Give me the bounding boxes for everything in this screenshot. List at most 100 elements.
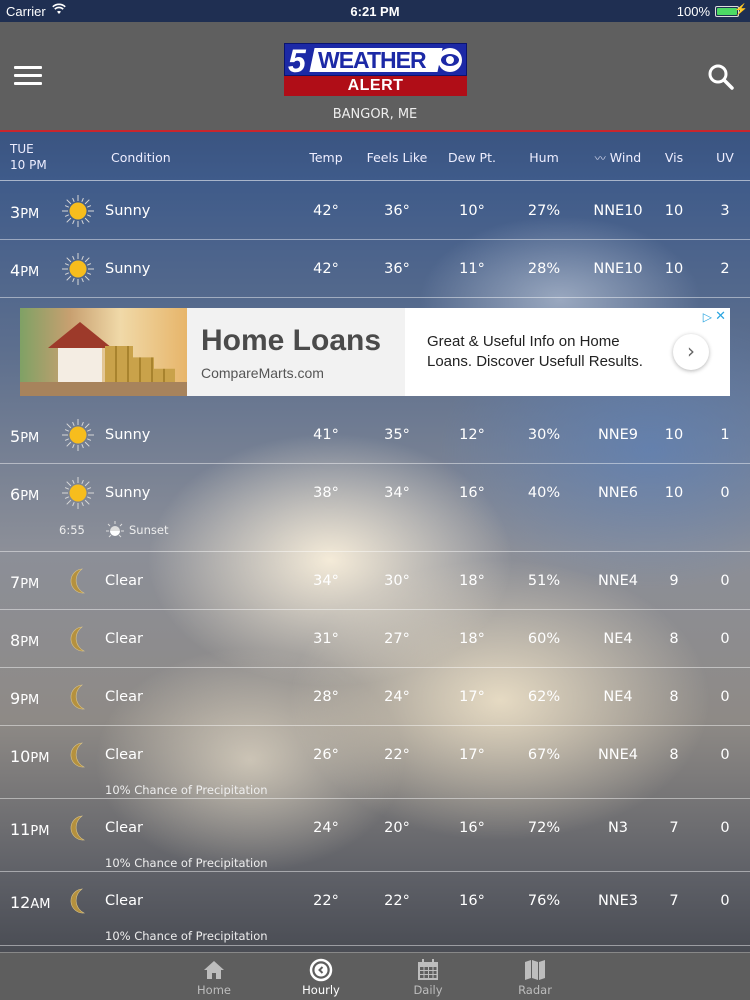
- ad-title: Home Loans: [201, 324, 382, 357]
- row-precip-chance: 10% Chance of Precipitation: [105, 856, 268, 870]
- header-humidity: Hum: [529, 150, 559, 165]
- row-uv: 1: [720, 427, 730, 443]
- row-temp: 38°: [313, 485, 339, 501]
- logo-alert: ALERT: [284, 76, 467, 96]
- app-header: 5 WEATHER ALERT BANGOR, ME: [0, 22, 750, 132]
- row-visibility: 7: [669, 893, 679, 909]
- hourly-row[interactable]: 10PM Clear 26° 22° 17° 67% NNE4 8 0 10% Chance of…: [0, 726, 750, 799]
- home-icon: [204, 961, 224, 979]
- row-wind: NNE10: [593, 203, 643, 219]
- row-condition: Clear: [105, 820, 143, 836]
- hour-value: 8: [10, 631, 21, 650]
- row-wind: NNE10: [593, 261, 643, 277]
- hour-value: 12: [10, 893, 31, 912]
- row-feels-like: 20°: [384, 820, 410, 836]
- hourly-row[interactable]: 3PM Sunny 42° 36° 10° 27% NNE10 10 3: [0, 182, 750, 240]
- sunset-time: 6:55: [59, 523, 85, 537]
- row-wind: NNE6: [597, 485, 639, 501]
- ad-arrow-button[interactable]: ›: [673, 334, 709, 370]
- row-temp: 42°: [313, 261, 339, 277]
- charging-icon: ⚡: [734, 4, 748, 16]
- hourly-row[interactable]: 11PM Clear 24° 20° 16° 72% N3 7 0 10% Chance of P…: [0, 799, 750, 872]
- row-condition: Clear: [105, 689, 143, 705]
- hourly-row[interactable]: 4PM Sunny 42° 36° 11° 28% NNE10 10 2: [0, 240, 750, 298]
- tab-home[interactable]: Home: [174, 953, 254, 1000]
- logo-word: WEATHER: [318, 47, 427, 73]
- logo-number: 5: [288, 43, 306, 79]
- row-condition: Sunny: [105, 203, 151, 219]
- hour-ampm: PM: [20, 577, 40, 592]
- tab-hourly[interactable]: Hourly: [281, 953, 361, 1000]
- row-hour: 3PM: [10, 203, 39, 222]
- row-humidity: 28%: [527, 261, 561, 277]
- menu-icon-bar: [14, 74, 42, 77]
- hamburger-menu-button[interactable]: [14, 66, 42, 88]
- row-feels-like: 22°: [384, 747, 410, 763]
- row-visibility: 7: [669, 820, 679, 836]
- row-feels-like: 34°: [384, 485, 410, 501]
- tab-home-label: Home: [197, 983, 231, 997]
- row-condition: Clear: [105, 631, 143, 647]
- row-wind: N3: [607, 820, 629, 836]
- clock-icon: [309, 958, 333, 982]
- hourly-row[interactable]: 7PM Clear 34° 30° 18° 51% NNE4 9 0: [0, 552, 750, 610]
- map-icon: [525, 960, 545, 980]
- row-dew-point: 16°: [459, 893, 485, 909]
- search-button[interactable]: [706, 62, 736, 92]
- calendar-icon: [418, 959, 438, 980]
- row-visibility: 10: [664, 485, 684, 501]
- row-condition: Sunny: [105, 427, 151, 443]
- tab-radar[interactable]: Radar: [495, 953, 575, 1000]
- row-uv: 0: [720, 893, 730, 909]
- row-humidity: 60%: [527, 631, 561, 647]
- sun-icon: [61, 476, 95, 510]
- sun-icon: [61, 252, 95, 286]
- row-feels-like: 30°: [384, 573, 410, 589]
- row-hour: 4PM: [10, 261, 39, 280]
- sun-icon: [61, 418, 95, 452]
- row-feels-like: 35°: [384, 427, 410, 443]
- sun-icon: [61, 194, 95, 228]
- row-visibility: 10: [664, 427, 684, 443]
- row-uv: 0: [720, 485, 730, 501]
- row-uv: 2: [720, 261, 730, 277]
- row-humidity: 40%: [527, 485, 561, 501]
- row-visibility: 10: [664, 261, 684, 277]
- row-condition: Sunny: [105, 485, 151, 501]
- ad-image: [20, 308, 187, 396]
- header-visibility: Vis: [664, 150, 684, 165]
- row-humidity: 72%: [527, 820, 561, 836]
- row-feels-like: 22°: [384, 893, 410, 909]
- hourly-row[interactable]: 5PM Sunny 41° 35° 12° 30% NNE9 10 1: [0, 406, 750, 464]
- row-condition: Clear: [105, 893, 143, 909]
- hourly-row[interactable]: 8PM Clear 31° 27° 18° 60% NE4 8 0: [0, 610, 750, 668]
- hourly-row[interactable]: 12AM Clear 22° 22° 16° 76% NNE3 7 0 10% Chance of…: [0, 872, 750, 946]
- row-humidity: 67%: [527, 747, 561, 763]
- battery-percentage: 100%: [676, 4, 710, 19]
- ad-banner[interactable]: Home Loans CompareMarts.com Great & Usef…: [20, 308, 730, 396]
- row-humidity: 51%: [527, 573, 561, 589]
- hourly-row[interactable]: 6PM Sunny 38° 34° 16° 40% NNE6 10 0 6:55 Sunset: [0, 464, 750, 552]
- header-temp: Temp: [309, 150, 343, 165]
- row-hour: 8PM: [10, 631, 39, 650]
- adchoices-icon[interactable]: ▷: [703, 310, 712, 324]
- row-dew-point: 11°: [459, 261, 485, 277]
- tab-daily[interactable]: Daily: [388, 953, 468, 1000]
- row-hour: 5PM: [10, 427, 39, 446]
- ad-domain: CompareMarts.com: [201, 365, 324, 381]
- row-hour: 10PM: [10, 747, 49, 766]
- header-condition: Condition: [111, 150, 171, 165]
- ad-close-button[interactable]: ✕: [715, 309, 726, 324]
- ad-description: Great & Useful Info on Home Loans. Disco…: [427, 333, 643, 370]
- row-condition: Sunny: [105, 261, 151, 277]
- row-hour: 12AM: [10, 893, 50, 912]
- menu-icon-bar: [14, 82, 42, 85]
- row-humidity: 27%: [527, 203, 561, 219]
- hourly-row[interactable]: 9PM Clear 28° 24° 17° 62% NE4 8 0: [0, 668, 750, 726]
- row-wind: NE4: [603, 631, 633, 647]
- hour-ampm: PM: [20, 265, 40, 280]
- row-temp: 28°: [313, 689, 339, 705]
- header-dew-point: Dew Pt.: [448, 150, 496, 165]
- hour-value: 4: [10, 261, 21, 280]
- location-label[interactable]: BANGOR, ME: [0, 107, 750, 122]
